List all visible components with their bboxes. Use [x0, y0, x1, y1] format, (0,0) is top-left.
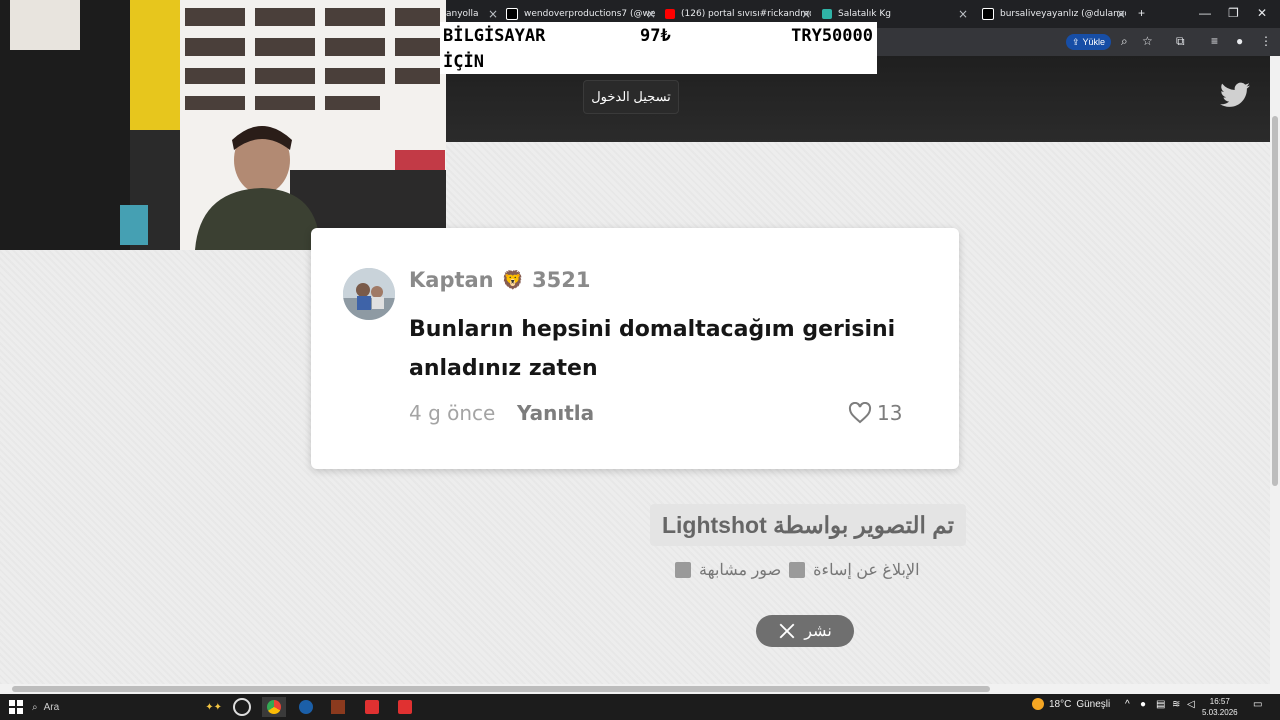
zoom-icon[interactable]: ⌕	[1121, 34, 1128, 49]
scroll-thumb[interactable]	[1272, 116, 1278, 486]
close-icon[interactable]: ×	[1116, 7, 1126, 21]
browser-tab[interactable]: anyolla ×	[446, 4, 498, 24]
x-logo-icon	[779, 623, 795, 639]
close-icon[interactable]: ×	[646, 7, 656, 21]
clock-time: 16:57	[1209, 697, 1230, 706]
report-link[interactable]: الإبلاغ عن إساءة	[813, 560, 919, 580]
browser-tab[interactable]: Salatalık Kg ×	[822, 4, 968, 24]
search-placeholder: Ara	[43, 701, 60, 713]
browser-tab[interactable]: bursaliveyayanlız (@dulanadan ×	[982, 4, 1126, 24]
tab-title: bursaliveyayanlız (@dulanadan	[1000, 9, 1126, 19]
new-tab-icon[interactable]: +	[1138, 6, 1145, 20]
extensions-icon[interactable]: ⧉	[1176, 34, 1185, 49]
steam-icon[interactable]	[294, 697, 318, 717]
sparkle-icon: ✦✦	[205, 701, 222, 713]
close-icon[interactable]: ×	[801, 7, 811, 21]
donation-banner: BİLGİSAYAR 97₺ TRY50000 İÇİN	[440, 22, 877, 74]
banner-line1: BİLGİSAYAR	[443, 26, 546, 46]
camera-icon	[675, 562, 691, 578]
close-window-icon[interactable]: ✕	[1257, 6, 1267, 20]
webcam-overlay	[0, 0, 446, 250]
wifi-icon[interactable]: ≋	[1172, 699, 1180, 710]
like-button[interactable]: 13	[847, 401, 902, 425]
username-text: Kaptan	[409, 268, 494, 292]
twitter-icon[interactable]	[1220, 82, 1250, 113]
taskbar-search[interactable]: ⌕ Ara ✦✦	[32, 696, 222, 718]
comment-timestamp: 4 g önce	[409, 401, 496, 425]
tiktok-icon	[982, 8, 994, 20]
lion-emoji-icon: 🦁	[501, 269, 525, 291]
bookmark-star-icon[interactable]: ☆	[1142, 34, 1153, 48]
report-icon	[789, 562, 806, 578]
taskbar: ⌕ Ara ✦✦ 18°C Güneşli ^ ● ▤ ≋ ◁ 16:57 5.…	[0, 694, 1280, 720]
vertical-scrollbar[interactable]	[1270, 56, 1280, 684]
share-label: نشر	[804, 623, 832, 640]
similar-images-link[interactable]: صور مشابهة	[699, 560, 781, 580]
comment-text: Bunların hepsini domaltacağım gerisini a…	[409, 317, 896, 381]
tiktok-icon	[506, 8, 518, 20]
chrome-icon[interactable]	[262, 697, 286, 717]
notification-icon[interactable]: ▭	[1253, 699, 1262, 710]
browser-tab[interactable]: wendoverproductions7 (@wen ×	[506, 4, 656, 24]
browser-tab[interactable]: (126) portal sıvısı#rickandmorty ×	[665, 4, 811, 24]
reading-list-icon[interactable]: ≡	[1211, 34, 1218, 48]
like-count: 13	[877, 401, 903, 425]
restore-icon[interactable]: ❐	[1228, 6, 1239, 20]
app-icon[interactable]	[360, 697, 384, 717]
clock[interactable]: 16:57 5.03.2026	[1202, 696, 1238, 718]
banner-price: 97₺	[640, 26, 671, 46]
weather-temp: 18°C	[1049, 698, 1072, 710]
upload-icon: ⇪	[1072, 36, 1080, 47]
reply-button[interactable]: Yanıtla	[517, 401, 594, 425]
comment-card: Kaptan 🦁 3521 Bunların hepsini domaltaca…	[311, 228, 959, 469]
network-icon[interactable]: ▤	[1156, 699, 1165, 710]
volume-icon[interactable]: ◁	[1187, 699, 1195, 710]
profile-icon[interactable]: ●	[1236, 34, 1243, 48]
app-icon[interactable]	[393, 697, 417, 717]
page-links: الإبلاغ عن إساءة صور مشابهة	[675, 560, 920, 580]
comment-username[interactable]: Kaptan 🦁 3521	[409, 268, 591, 292]
close-icon[interactable]: ×	[958, 7, 968, 21]
menu-icon[interactable]: ⋮	[1260, 34, 1272, 48]
horizontal-scrollbar[interactable]	[0, 684, 1280, 694]
lightshot-credit[interactable]: تم التصوير بواسطة Lightshot	[650, 504, 966, 546]
heart-icon	[848, 402, 872, 424]
banner-goal: TRY50000	[791, 26, 873, 46]
avatar[interactable]	[343, 268, 395, 320]
sun-icon	[1032, 698, 1044, 710]
upload-button[interactable]: ⇪ Yükle	[1066, 34, 1112, 50]
youtube-icon	[665, 9, 675, 19]
weather-widget[interactable]: 18°C Güneşli	[1032, 698, 1110, 710]
upload-label: Yükle	[1082, 37, 1106, 47]
close-icon[interactable]: ×	[488, 7, 498, 21]
tab-title: wendoverproductions7 (@wen	[524, 9, 656, 19]
login-button[interactable]: تسجيل الدخول	[583, 80, 679, 114]
minimize-icon[interactable]: —	[1199, 6, 1211, 20]
app-icon[interactable]	[326, 697, 350, 717]
tab-title: anyolla	[446, 9, 479, 19]
site-favicon-icon	[822, 9, 832, 19]
scroll-thumb[interactable]	[12, 686, 990, 692]
start-icon[interactable]	[6, 697, 26, 717]
clock-date: 5.03.2026	[1202, 708, 1238, 717]
tab-title: (126) portal sıvısı#rickandmorty	[681, 9, 811, 19]
search-icon: ⌕	[32, 701, 38, 713]
banner-line2: İÇİN	[443, 52, 484, 72]
user-score: 3521	[532, 268, 591, 292]
share-button[interactable]: نشر	[756, 615, 854, 647]
chevron-up-icon[interactable]: ^	[1125, 699, 1130, 710]
tab-title: Salatalık Kg	[838, 9, 891, 19]
app-icon[interactable]	[230, 697, 254, 717]
weather-desc: Güneşli	[1076, 698, 1111, 710]
mic-icon[interactable]: ●	[1140, 699, 1146, 710]
